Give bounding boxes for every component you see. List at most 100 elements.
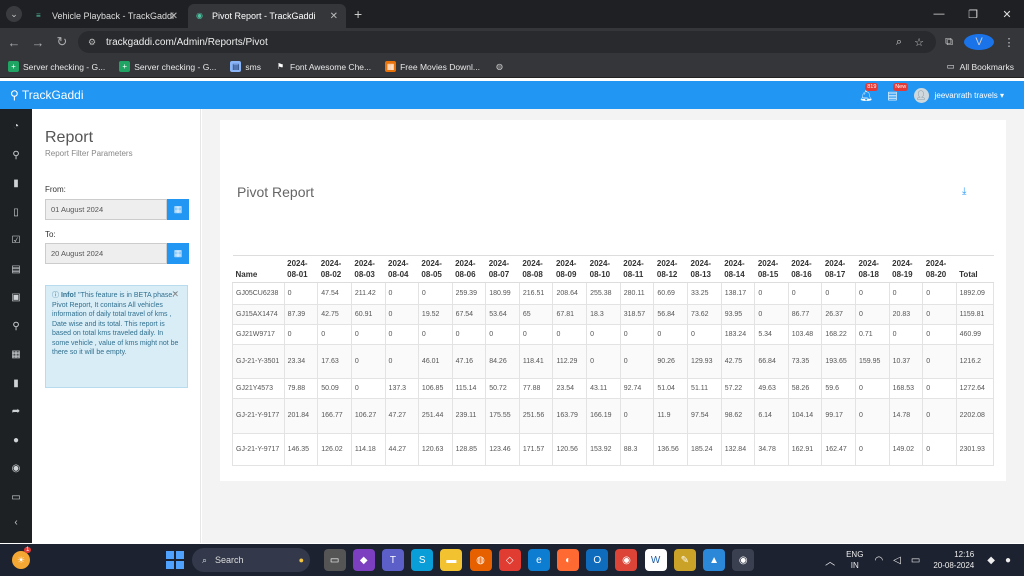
chrome-icon[interactable]: ◉ — [615, 549, 638, 571]
close-tab-icon[interactable]: ✕ — [170, 11, 178, 22]
teams-icon[interactable]: T — [381, 549, 404, 571]
tab-search-icon[interactable]: ⌄ — [6, 6, 22, 22]
git-icon[interactable]: ◇ — [498, 549, 521, 571]
visual-studio-icon[interactable]: ◆ — [352, 549, 375, 571]
trackgaddi-favicon-icon: ≡ — [36, 11, 41, 20]
url-bar[interactable]: ⚙ trackgaddi.com/Admin/Reports/Pivot ⌕ ☆ — [78, 31, 936, 53]
new-tab-icon[interactable]: + — [354, 6, 362, 22]
search-placeholder: Search — [215, 555, 244, 565]
km-cell: 123.46 — [485, 433, 520, 466]
user-menu[interactable]: jeevanrath travels ▾ — [935, 91, 1004, 100]
wifi-icon[interactable]: ◠ — [874, 555, 883, 566]
close-alert-icon[interactable]: ✕ — [171, 289, 179, 300]
to-date-input[interactable]: 20 August 2024 — [45, 243, 167, 264]
users-icon[interactable]: ◉ — [0, 455, 32, 484]
info-text: "This feature is in BETA phase." Pivot R… — [52, 292, 179, 356]
all-bookmarks[interactable]: ▭ All Bookmarks — [947, 61, 1014, 72]
total-cell: 2301.93 — [955, 433, 995, 466]
notifications-button[interactable]: 🔔︎ 819 — [859, 82, 879, 102]
news-button[interactable]: ▤ New — [887, 82, 909, 102]
checklist-icon[interactable]: ☑ — [0, 227, 32, 256]
copilot-icon[interactable]: ● — [1005, 555, 1011, 566]
zoom-icon[interactable]: ⌕ — [896, 36, 902, 49]
tab-title: Vehicle Playback - TrackGaddi — [52, 11, 175, 21]
firefox-icon[interactable]: ◍ — [469, 549, 492, 571]
photos-icon[interactable]: ▲ — [703, 549, 726, 571]
report-icon[interactable]: ▤ — [0, 256, 32, 285]
money-icon[interactable]: ▣ — [0, 284, 32, 313]
km-cell: 120.56 — [552, 433, 588, 466]
site-info-icon[interactable]: ⚙ — [88, 37, 96, 48]
document-icon[interactable]: ▮ — [0, 170, 32, 199]
km-cell: 0 — [619, 344, 655, 379]
word-icon[interactable]: W — [644, 549, 667, 571]
km-cell: 175.55 — [485, 398, 520, 434]
km-cell: 0 — [922, 433, 957, 466]
bookmark-item[interactable]: + Server checking - G... — [119, 61, 216, 72]
reload-icon[interactable]: ↻ — [50, 34, 74, 50]
bookmark-item[interactable]: ⚑ Font Awesome Che... — [275, 61, 371, 72]
download-icon[interactable]: ⤓ — [962, 186, 966, 197]
back-icon[interactable]: ← — [2, 35, 26, 50]
edge-icon[interactable]: e — [527, 549, 550, 571]
forward-icon[interactable]: → — [26, 35, 50, 50]
km-cell: 0 — [653, 324, 689, 345]
weather-widget-icon[interactable]: ☀ — [12, 551, 30, 569]
location-icon[interactable]: ⚲ — [0, 142, 32, 171]
outlook-icon[interactable]: O — [586, 549, 609, 571]
restore-icon[interactable]: ❐ — [956, 0, 990, 28]
km-cell: 251.56 — [518, 398, 554, 434]
file-icon[interactable]: ▯ — [0, 199, 32, 228]
km-cell: 0 — [350, 378, 386, 399]
to-calendar-button[interactable]: ▦ — [167, 243, 189, 264]
bookmark-item[interactable]: + Server checking - G... — [8, 61, 105, 72]
collapse-sidebar-icon[interactable]: ‹ — [0, 509, 32, 538]
km-cell: 183.24 — [720, 324, 756, 345]
bookmark-item[interactable]: ◍ — [494, 61, 509, 72]
bookmark-star-icon[interactable]: ☆ — [914, 36, 924, 49]
tool-icon[interactable]: ✎ — [673, 549, 696, 571]
dashboard-icon[interactable]: ◔ — [0, 113, 32, 142]
column-header-date: 2024-08-02 — [317, 255, 352, 283]
profile-avatar[interactable]: V — [964, 34, 994, 50]
taskbar-clock[interactable]: 12:16 20-08-2024 — [933, 549, 974, 571]
taskbar-search[interactable]: ⌕ Search ● — [192, 548, 310, 572]
bookmark-item[interactable]: ▤ sms — [230, 61, 261, 72]
tab-pivot-report[interactable]: ◉ Pivot Report - TrackGaddi ✕ — [188, 4, 346, 28]
km-cell: 211.42 — [350, 282, 386, 305]
brand-logo[interactable]: ⚲ TrackGaddi — [10, 88, 84, 102]
table-row: GJ-21-Y-9177 201.84 166.77 106.27 47.27 251.4… — [232, 398, 995, 434]
user-icon[interactable]: ● — [0, 427, 32, 456]
skype-icon[interactable]: S — [411, 549, 434, 571]
chrome-profile-icon[interactable]: ◉ — [732, 549, 755, 571]
vehicle-name-cell: GJ21Y4573 — [232, 378, 285, 399]
postman-icon[interactable]: ◐ — [557, 549, 580, 571]
calendar-icon[interactable]: ▦ — [0, 341, 32, 370]
volume-icon[interactable]: ◁ — [893, 555, 901, 566]
extensions-icon[interactable]: ⧉ — [934, 36, 964, 49]
file-explorer-icon[interactable]: ▬ — [440, 549, 463, 571]
km-cell: 0 — [384, 304, 419, 325]
windows-start-icon[interactable] — [166, 551, 184, 569]
from-date-input[interactable]: 01 August 2024 — [45, 199, 167, 220]
from-calendar-button[interactable]: ▦ — [167, 199, 189, 220]
file-text-icon[interactable]: ▮ — [0, 370, 32, 399]
lang-code: ENG — [846, 550, 864, 559]
bookmark-item[interactable]: ▦ Free Movies Downl... — [385, 61, 480, 72]
share-icon[interactable]: ➦ — [0, 398, 32, 427]
tab-vehicle-playback[interactable]: ≡ Vehicle Playback - TrackGaddi ✕ — [28, 4, 186, 28]
battery-icon[interactable]: ▭ — [911, 555, 920, 566]
menu-kebab-icon[interactable]: ⋮ — [994, 36, 1024, 49]
km-cell: 0 — [754, 282, 789, 305]
map-marker-icon[interactable]: ⚲ — [0, 313, 32, 342]
close-tab-icon[interactable]: ✕ — [330, 11, 338, 22]
minimize-icon[interactable]: — — [922, 0, 956, 28]
tray-chevron-icon[interactable]: ︿ — [825, 553, 835, 568]
search-icon: ⌕ — [202, 554, 208, 565]
user-avatar[interactable]: 👤︎ — [913, 87, 929, 103]
task-view-icon[interactable]: ▭ — [323, 549, 346, 571]
notification-center-icon[interactable]: ◆ — [987, 555, 995, 566]
close-window-icon[interactable]: ✕ — [990, 0, 1024, 28]
language-indicator[interactable]: ENG IN — [846, 549, 863, 571]
km-cell: 0 — [283, 282, 319, 305]
